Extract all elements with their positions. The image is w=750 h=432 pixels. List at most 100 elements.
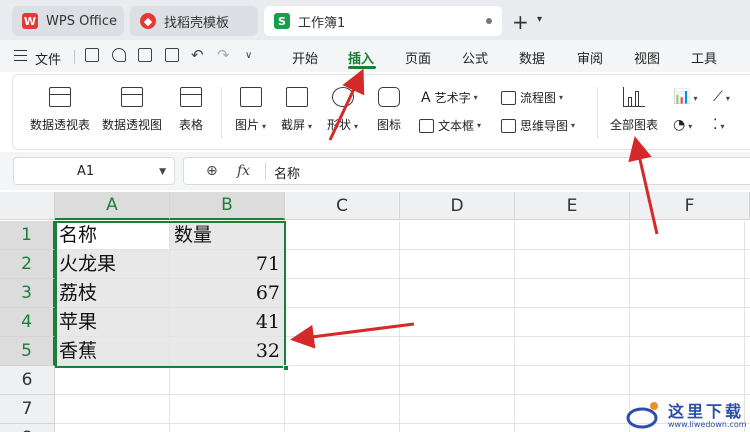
textbox-label: 文本框 — [438, 119, 475, 133]
formula-bar[interactable]: ⊕ fx 名称 — [183, 157, 750, 185]
mindmap-button[interactable]: 思维导图 ▾ — [501, 117, 575, 134]
menu-tab-data[interactable]: 数据 — [519, 48, 545, 67]
icon-button[interactable]: 图标 — [377, 87, 401, 133]
pivot-chart-label: 数据透视图 — [102, 118, 163, 132]
picture-icon — [239, 87, 262, 107]
menu-tab-home[interactable]: 开始 — [292, 48, 318, 67]
cell-a2[interactable]: 火龙果 — [55, 250, 170, 279]
new-tab-plus-icon[interactable]: + — [512, 10, 529, 34]
empty-cells-area[interactable] — [55, 366, 285, 432]
menu-tab-view[interactable]: 视图 — [634, 48, 660, 67]
name-box[interactable]: A1 ▼ — [13, 157, 175, 185]
row-header-4[interactable]: 4 — [0, 308, 55, 337]
menu-tab-insert[interactable]: 插入 — [348, 48, 374, 67]
print-preview-icon[interactable] — [165, 48, 179, 62]
row-header-2[interactable]: 2 — [0, 250, 55, 279]
save-icon[interactable] — [85, 48, 99, 62]
pivot-table-button[interactable]: 数据透视表 — [30, 87, 90, 133]
docer-logo-icon: ◆ — [140, 13, 156, 29]
chevron-down-icon[interactable]: ▼ — [159, 167, 166, 177]
row-header-7[interactable]: 7 — [0, 395, 55, 424]
shape-button[interactable]: 形状 ▾ — [327, 87, 358, 133]
table-icon — [180, 87, 202, 107]
menu-tab-tools[interactable]: 工具 — [691, 48, 717, 67]
flowchart-button[interactable]: 流程图 ▾ — [501, 89, 563, 106]
fill-handle[interactable] — [283, 365, 289, 371]
wps-logo-icon: W — [22, 13, 38, 29]
undo-icon[interactable]: ↶ — [191, 46, 204, 64]
print-icon[interactable] — [138, 48, 152, 62]
menu-tab-formulas[interactable]: 公式 — [462, 48, 488, 67]
title-bar: W WPS Office ◆ 找稻壳模板 S 工作簿1 + ▾ — [0, 0, 750, 40]
chevron-down-icon[interactable]: ▾ — [537, 14, 542, 25]
cell-b5[interactable]: 32 — [170, 337, 285, 366]
tab-close-icon[interactable] — [486, 18, 492, 24]
cell-b2[interactable]: 71 — [170, 250, 285, 279]
table-button[interactable]: 表格 — [179, 87, 203, 133]
ribbon-separator — [597, 87, 598, 139]
formula-value[interactable]: 名称 — [274, 163, 300, 182]
wordart-label: 艺术字 — [434, 91, 471, 105]
row-header-3[interactable]: 3 — [0, 279, 55, 308]
chevron-down-icon[interactable]: ∨ — [245, 50, 252, 61]
column-chart-icon[interactable]: 📊 ▾ — [673, 89, 697, 105]
row-header-8[interactable]: 8 — [0, 424, 55, 432]
textbox-button[interactable]: 文本框 ▾ — [419, 117, 481, 134]
cell-a1[interactable]: 名称 — [55, 221, 170, 250]
menu-tab-page[interactable]: 页面 — [405, 48, 431, 67]
redo-icon[interactable]: ↷ — [217, 46, 230, 64]
column-header-d[interactable]: D — [400, 192, 515, 220]
pivot-table-label: 数据透视表 — [30, 118, 91, 132]
column-header-e[interactable]: E — [515, 192, 630, 220]
screenshot-label: 截屏 ▾ — [281, 118, 313, 132]
column-header-b[interactable]: B — [170, 192, 285, 220]
tab-docer-templates[interactable]: ◆ 找稻壳模板 — [130, 6, 258, 36]
column-header-a[interactable]: A — [55, 192, 170, 220]
watermark-logo: 这里下载 www.liwedown.com — [624, 398, 750, 432]
cell-reference: A1 — [77, 164, 95, 179]
mindmap-icon — [501, 118, 516, 133]
zoom-search-icon[interactable]: ⊕ — [206, 163, 218, 179]
row-header-1[interactable]: 1 — [0, 221, 55, 250]
pivot-table-icon — [49, 87, 71, 107]
watermark-swoosh-icon — [626, 402, 658, 429]
wordart-icon: A — [421, 89, 431, 106]
file-menu[interactable]: 文件 — [35, 49, 61, 68]
column-header-f[interactable]: F — [630, 192, 750, 220]
cell-a3[interactable]: 荔枝 — [55, 279, 170, 308]
scatter-chart-icon[interactable]: ⁚ ▾ — [713, 117, 724, 133]
cell-b3[interactable]: 67 — [170, 279, 285, 308]
icon-label: 图标 — [377, 118, 402, 132]
cell-a5[interactable]: 香蕉 — [55, 337, 170, 366]
row-header-6[interactable]: 6 — [0, 366, 55, 395]
pivot-chart-button[interactable]: 数据透视图 — [102, 87, 162, 133]
screenshot-button[interactable]: 截屏 ▾ — [281, 87, 312, 133]
all-charts-button[interactable]: 全部图表 — [610, 87, 658, 133]
cell-b4[interactable]: 41 — [170, 308, 285, 337]
icons-icon — [378, 87, 400, 107]
wordart-button[interactable]: A 艺术字 ▾ — [421, 89, 478, 106]
share-icon[interactable] — [112, 48, 126, 62]
cell-b1[interactable]: 数量 — [170, 221, 285, 250]
line-chart-icon[interactable]: ⟋ ▾ — [713, 89, 730, 105]
mindmap-label: 思维导图 — [520, 119, 569, 133]
flowchart-icon — [501, 90, 516, 105]
menu-tab-review[interactable]: 审阅 — [577, 48, 603, 67]
watermark-text: 这里下载 — [668, 402, 745, 421]
hamburger-menu-icon[interactable] — [14, 50, 27, 61]
cell-a4[interactable]: 苹果 — [55, 308, 170, 337]
flowchart-label: 流程图 — [520, 91, 557, 105]
pivot-chart-icon — [121, 87, 143, 107]
column-header-c[interactable]: C — [285, 192, 400, 220]
tab-wps-office[interactable]: W WPS Office — [12, 6, 124, 36]
formula-area: A1 ▼ ⊕ fx 名称 — [0, 152, 750, 190]
watermark-url: www.liwedown.com — [668, 420, 747, 429]
shape-label: 形状 ▾ — [327, 118, 359, 132]
picture-button[interactable]: 图片 ▾ — [235, 87, 266, 133]
active-tab-indicator — [348, 66, 376, 69]
pie-chart-icon[interactable]: ◔ ▾ — [673, 117, 692, 133]
fx-icon[interactable]: fx — [237, 163, 250, 179]
tab-workbook[interactable]: S 工作簿1 — [264, 6, 502, 36]
row-header-5[interactable]: 5 — [0, 337, 55, 366]
select-all-corner[interactable] — [0, 192, 55, 220]
